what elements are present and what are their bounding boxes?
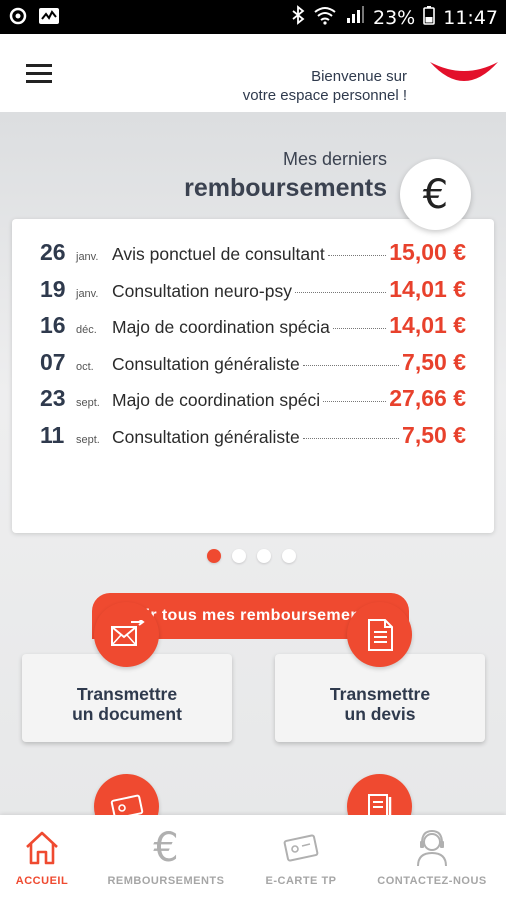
leader-dots — [302, 364, 400, 366]
reimbursement-amount: 14,01 € — [389, 275, 466, 302]
reimbursement-row[interactable]: 23 sept. Majo de coordination spéci 27,66 € — [40, 385, 466, 417]
leader-dots — [302, 437, 400, 439]
tile-label-line2: un devis — [344, 704, 416, 724]
reimbursement-day: 23 — [40, 385, 66, 411]
pager-dot[interactable] — [257, 549, 271, 563]
reimbursement-amount: 14,01 € — [389, 312, 466, 338]
nav-label: ACCUEIL — [15, 875, 69, 887]
leader-dots — [327, 255, 387, 256]
nav-reimbursements[interactable]: € REMBOURSEMENTS — [98, 815, 234, 900]
welcome-line-2: votre espace personnel ! — [242, 87, 407, 104]
nav-label: REMBOURSEMENTS — [107, 875, 225, 887]
section-title: remboursements — [184, 174, 387, 202]
reimbursement-day: 07 — [40, 348, 66, 375]
reimbursement-month: sept. — [76, 433, 100, 446]
bottom-navigation: ACCUEIL € REMBOURSEMENTS E-CARTE TP CONT… — [0, 815, 506, 900]
euro-icon: € — [400, 159, 471, 230]
reimbursement-day: 11 — [40, 421, 65, 448]
sync-icon — [8, 6, 28, 31]
reimbursements-card[interactable]: 26 janv. Avis ponctuel de consultant 15,00 … — [12, 219, 494, 639]
nav-label: E-CARTE TP — [265, 875, 337, 887]
reimbursement-amount: 27,66 € — [389, 385, 466, 411]
battery-percent: 23% — [373, 6, 416, 29]
bluetooth-icon — [291, 5, 305, 30]
reimbursement-row[interactable]: 19 janv. Consultation neuro-psy 14,01 € — [40, 276, 466, 308]
reimbursement-month: sept. — [76, 397, 100, 409]
card-icon[interactable] — [94, 774, 159, 815]
nav-contact[interactable]: CONTACTEZ-NOUS — [366, 815, 498, 900]
reimbursement-label: Majo de coordination spécia — [112, 317, 330, 337]
home-icon — [23, 825, 61, 871]
send-quote-tile[interactable]: Transmettre un devis — [275, 654, 485, 742]
reimbursement-amount: 15,00 € — [389, 239, 466, 265]
status-bar: 23% 11:47 — [0, 0, 506, 34]
reimbursement-day: 16 — [40, 312, 66, 338]
tile-label-line1: Transmettre — [329, 684, 431, 704]
document-icon[interactable] — [347, 602, 412, 667]
reimbursement-amount: 7,50 € — [402, 348, 466, 375]
reimbursement-amount: 7,50 € — [402, 421, 466, 448]
brand-logo — [428, 58, 500, 97]
clock: 11:47 — [443, 6, 498, 29]
reimbursement-label: Majo de coordination spéci — [112, 390, 321, 410]
reimbursement-row[interactable]: 26 janv. Avis ponctuel de consultant 15,00 … — [40, 239, 466, 271]
wifi-icon — [313, 5, 337, 30]
pager-dot[interactable] — [232, 549, 246, 563]
support-agent-icon — [414, 825, 450, 871]
reimbursement-label: Consultation généraliste — [112, 426, 300, 447]
reimbursement-day: 19 — [40, 275, 66, 302]
leader-dots — [332, 328, 387, 329]
reimbursement-month: déc. — [76, 324, 97, 336]
reimbursement-month: oct. — [76, 360, 94, 373]
pager-dot[interactable] — [282, 549, 296, 563]
pager-dot[interactable] — [207, 549, 221, 563]
hamburger-icon[interactable] — [26, 64, 54, 84]
reimbursement-month: janv. — [76, 287, 99, 300]
form-icon[interactable] — [347, 774, 412, 815]
reimbursement-row[interactable]: 16 déc. Majo de coordination spécia 14,01 € — [40, 312, 466, 344]
section-subtitle: Mes derniers — [282, 149, 387, 169]
reimbursement-label: Avis ponctuel de consultant — [112, 244, 325, 264]
nav-e-card[interactable]: E-CARTE TP — [255, 815, 347, 900]
tile-label-line1: Transmettre — [76, 684, 178, 704]
card-icon — [281, 825, 321, 871]
reimbursement-label: Consultation généraliste — [112, 353, 300, 374]
welcome-line-1: Bienvenue sur — [311, 68, 407, 85]
welcome-message: Bienvenue sur votre espace personnel ! — [243, 67, 407, 105]
reimbursement-label: Consultation neuro-psy — [112, 280, 292, 301]
leader-dots — [294, 291, 387, 293]
signal-icon — [345, 5, 365, 30]
main-content: Mes derniers remboursements € 26 janv. Avi… — [0, 112, 506, 815]
leader-dots — [323, 401, 387, 402]
reimbursement-day: 26 — [40, 239, 66, 265]
envelope-send-icon[interactable] — [94, 602, 159, 667]
send-document-tile[interactable]: Transmettre un document — [22, 654, 232, 742]
reimbursement-row[interactable]: 07 oct. Consultation généraliste 7,50 € — [40, 349, 466, 381]
reimbursement-row[interactable]: 11 sept. Consultation généraliste 7,50 € — [40, 422, 466, 454]
battery-icon — [423, 5, 436, 30]
tile-label-line2: un document — [72, 704, 182, 724]
app-header: Bienvenue sur votre espace personnel ! — [0, 34, 506, 112]
nav-home[interactable]: ACCUEIL — [0, 815, 84, 900]
reimbursement-month: janv. — [76, 251, 99, 263]
nav-label: CONTACTEZ-NOUS — [377, 875, 487, 887]
carousel-pager — [207, 549, 296, 563]
activity-icon — [38, 6, 60, 31]
euro-icon: € — [153, 825, 179, 871]
